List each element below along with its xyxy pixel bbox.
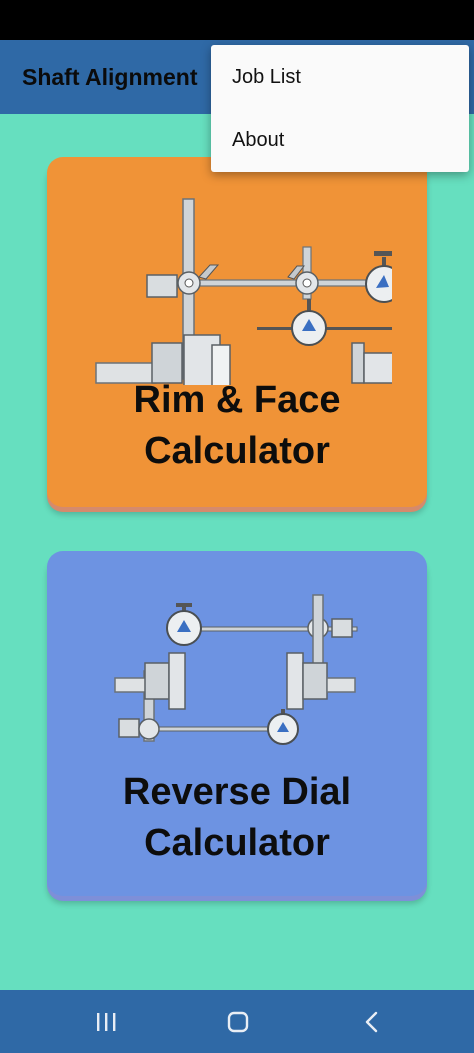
recent-apps-button[interactable] — [86, 1004, 126, 1040]
main-content: Rim & Face Calculator Reverse Dial Calcu… — [0, 114, 474, 990]
recent-apps-icon — [97, 1013, 116, 1031]
rim-face-card-title: Rim & Face Calculator — [47, 375, 427, 477]
status-bar — [0, 0, 474, 40]
overflow-menu: Job List About — [211, 45, 469, 172]
system-nav-bar — [0, 990, 474, 1053]
menu-item-job-list[interactable]: Job List — [211, 46, 469, 109]
rim-face-title-line1: Rim & Face — [133, 379, 341, 421]
reverse-dial-title-line2: Calculator — [144, 822, 330, 864]
back-button[interactable] — [352, 1004, 392, 1040]
rim-face-calculator-card[interactable]: Rim & Face Calculator — [47, 157, 427, 507]
rim-face-diagram-icon — [95, 198, 392, 385]
rim-face-title-line2: Calculator — [144, 430, 330, 472]
reverse-dial-card-title: Reverse Dial Calculator — [47, 767, 427, 869]
reverse-dial-calculator-card[interactable]: Reverse Dial Calculator — [47, 551, 427, 896]
menu-item-about[interactable]: About — [211, 109, 469, 172]
back-icon — [365, 1011, 378, 1033]
home-button[interactable] — [218, 1004, 258, 1040]
home-icon — [227, 1011, 249, 1033]
reverse-dial-diagram-icon — [114, 594, 358, 745]
app-title: Shaft Alignment — [22, 64, 198, 90]
reverse-dial-title-line1: Reverse Dial — [122, 771, 352, 813]
